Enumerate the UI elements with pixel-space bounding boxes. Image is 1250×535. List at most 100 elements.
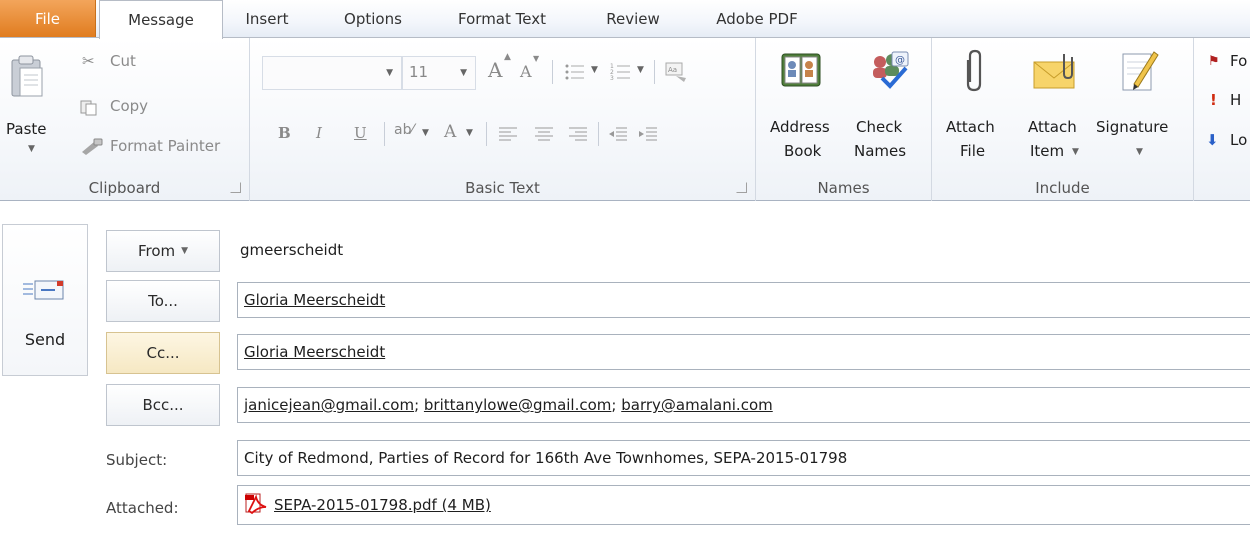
- from-button[interactable]: From ▼: [106, 230, 220, 272]
- underline-button[interactable]: U: [354, 124, 367, 142]
- high-importance-button[interactable]: H: [1230, 91, 1241, 109]
- from-value: gmeerscheidt: [240, 241, 344, 259]
- svg-text:Aa: Aa: [668, 66, 677, 74]
- svg-text:3: 3: [610, 75, 614, 82]
- to-button[interactable]: To...: [106, 280, 220, 322]
- paste-icon[interactable]: [10, 54, 44, 98]
- styles-icon[interactable]: Aa: [664, 60, 688, 84]
- basic-text-dialog-launcher[interactable]: [736, 182, 747, 193]
- recipient-separator: ;: [414, 396, 424, 414]
- names-group: Address Book @ Check Names Names: [756, 38, 932, 201]
- compose-header: Send From ▼ gmeerscheidt To... Gloria Me…: [0, 202, 1250, 535]
- format-painter-button[interactable]: Format Painter: [110, 137, 220, 155]
- bcc-recipient[interactable]: janicejean@gmail.com: [244, 396, 414, 414]
- include-group: Attach File Attach Item ▼ Signature ▼ In…: [932, 38, 1194, 201]
- basic-text-group-label: Basic Text: [465, 179, 540, 197]
- italic-button[interactable]: I: [316, 124, 322, 142]
- tags-group: ⚑ Fo ! H ⬇ Lo: [1194, 38, 1250, 201]
- attached-label: Attached:: [106, 499, 179, 517]
- tab-format-text[interactable]: Format Text: [440, 0, 564, 37]
- attach-file-label-line1: Attach: [946, 118, 995, 136]
- bullets-caret[interactable]: ▼: [591, 65, 598, 75]
- align-center-icon[interactable]: [534, 126, 554, 142]
- address-book-button[interactable]: Address Book: [764, 44, 840, 168]
- tab-options[interactable]: Options: [330, 0, 416, 37]
- follow-up-button[interactable]: Fo: [1230, 52, 1247, 70]
- align-right-icon[interactable]: [568, 126, 588, 142]
- separator: [384, 122, 385, 146]
- to-field[interactable]: Gloria Meerscheidt: [237, 282, 1250, 318]
- cc-field[interactable]: Gloria Meerscheidt: [237, 334, 1250, 370]
- font-size-value: 11: [409, 63, 429, 81]
- font-size-combo[interactable]: 11 ▼: [402, 56, 476, 90]
- bcc-recipient[interactable]: barry@amalani.com: [621, 396, 773, 414]
- subject-value[interactable]: City of Redmond, Parties of Record for 1…: [244, 449, 847, 467]
- recipient-separator: ;: [611, 396, 622, 414]
- signature-button[interactable]: Signature ▼: [1094, 44, 1186, 168]
- low-importance-icon: ⬇: [1206, 131, 1219, 149]
- tab-file[interactable]: File: [0, 0, 96, 37]
- clipboard-group: Paste ▼ ✂ Cut Copy Format Painter Clipbo…: [0, 38, 250, 201]
- bcc-button[interactable]: Bcc...: [106, 384, 220, 426]
- low-importance-button[interactable]: Lo: [1230, 131, 1247, 149]
- bullets-icon[interactable]: [564, 62, 586, 82]
- numbering-icon[interactable]: 1 2 3: [610, 62, 632, 82]
- increase-indent-icon[interactable]: [638, 126, 658, 142]
- attach-file-button[interactable]: Attach File: [936, 44, 1012, 168]
- pdf-file-icon: [245, 493, 267, 515]
- align-left-icon[interactable]: [498, 126, 518, 142]
- bold-button[interactable]: B: [278, 124, 291, 142]
- tab-review[interactable]: Review: [590, 0, 676, 37]
- send-envelope-icon: [23, 280, 64, 300]
- clipboard-group-label: Clipboard: [88, 179, 161, 197]
- clipboard-dialog-launcher[interactable]: [230, 182, 241, 193]
- highlight-caret[interactable]: ▼: [422, 128, 429, 138]
- cc-button[interactable]: Cc...: [106, 332, 220, 374]
- font-size-caret: ▼: [460, 68, 467, 78]
- numbering-caret[interactable]: ▼: [637, 65, 644, 75]
- subject-field[interactable]: City of Redmond, Parties of Record for 1…: [237, 440, 1250, 476]
- shrink-font-button[interactable]: A: [520, 62, 532, 81]
- check-names-button[interactable]: @ Check Names: [850, 44, 926, 168]
- cc-recipient[interactable]: Gloria Meerscheidt: [244, 343, 385, 361]
- check-names-label-line1: Check: [856, 118, 903, 136]
- signature-icon: [1122, 51, 1159, 91]
- subject-label: Subject:: [106, 451, 168, 469]
- attach-item-label-line1: Attach: [1028, 118, 1077, 136]
- attach-item-caret: ▼: [1072, 147, 1079, 157]
- attach-item-button[interactable]: Attach Item ▼: [1018, 44, 1094, 168]
- bcc-recipient[interactable]: brittanylowe@gmail.com: [424, 396, 612, 414]
- from-button-label: From: [137, 242, 176, 260]
- grow-font-button[interactable]: A: [488, 58, 502, 82]
- tab-insert[interactable]: Insert: [232, 0, 302, 37]
- high-importance-icon: !: [1210, 91, 1217, 109]
- copy-button[interactable]: Copy: [110, 97, 148, 115]
- paste-dropdown-caret[interactable]: ▼: [28, 144, 35, 154]
- bcc-field[interactable]: janicejean@gmail.com; brittanylowe@gmail…: [237, 387, 1250, 423]
- to-recipient[interactable]: Gloria Meerscheidt: [244, 291, 385, 309]
- font-name-combo[interactable]: ▼: [262, 56, 402, 90]
- attach-item-label-line2: Item: [1030, 142, 1065, 160]
- attach-file-label-line2: File: [960, 142, 986, 160]
- cut-button[interactable]: Cut: [110, 52, 136, 70]
- attachment-link[interactable]: SEPA-2015-01798.pdf (4 MB): [274, 496, 491, 514]
- ribbon: Paste ▼ ✂ Cut Copy Format Painter Clipbo…: [0, 37, 1250, 201]
- copy-icon: [80, 100, 97, 116]
- decrease-indent-icon[interactable]: [608, 126, 628, 142]
- check-names-label-line2: Names: [854, 142, 907, 160]
- font-color-caret[interactable]: ▼: [466, 128, 473, 138]
- font-color-button[interactable]: A: [444, 122, 456, 142]
- address-book-label-line1: Address: [770, 118, 830, 136]
- signature-caret: ▼: [1136, 147, 1143, 157]
- paste-button[interactable]: Paste: [6, 120, 47, 138]
- tab-message[interactable]: Message: [99, 0, 223, 39]
- ribbon-tab-bar: File Message Insert Options Format Text …: [0, 0, 1250, 39]
- tab-adobe-pdf[interactable]: Adobe PDF: [698, 0, 816, 37]
- send-button[interactable]: Send: [2, 224, 88, 376]
- paperclip-icon: [966, 49, 982, 92]
- include-group-label: Include: [1035, 179, 1090, 197]
- separator: [552, 60, 553, 84]
- highlight-icon[interactable]: ab⁄: [394, 122, 414, 138]
- svg-text:@: @: [895, 55, 905, 66]
- names-group-label: Names: [817, 179, 870, 197]
